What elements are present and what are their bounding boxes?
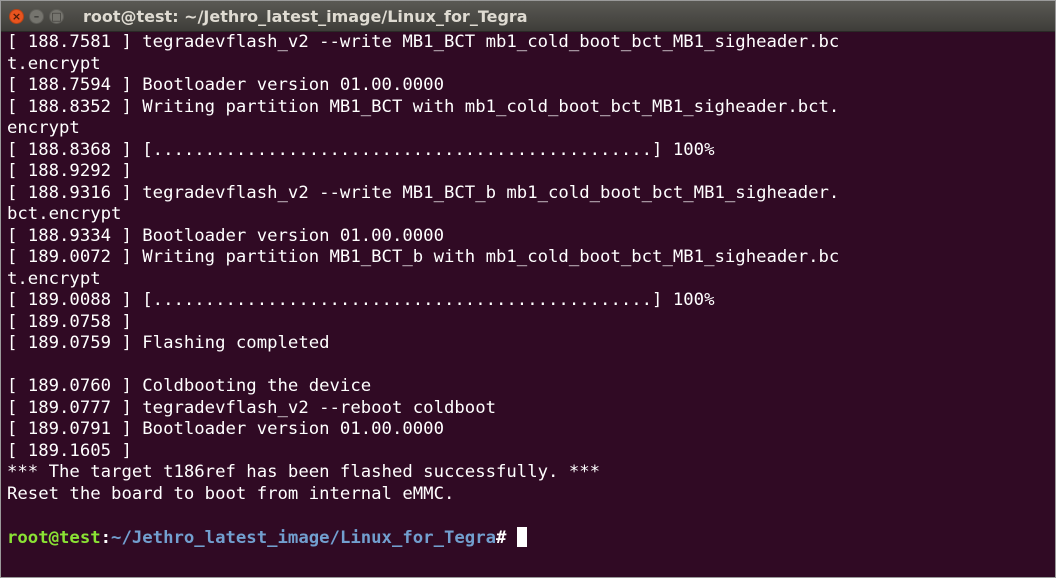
terminal-line: [ 189.0777 ] tegradevflash_v2 --reboot c…	[7, 397, 496, 418]
maximize-window-button[interactable]: □	[49, 8, 64, 24]
terminal-line: [ 189.0072 ] Writing partition MB1_BCT_b…	[7, 247, 840, 267]
terminal-window: × – □ root@test: ~/Jethro_latest_image/L…	[0, 0, 1056, 578]
terminal-line: [ 188.7594 ] Bootloader version 01.00.00…	[7, 75, 444, 95]
terminal-line: [ 189.0088 ] [..........................…	[7, 290, 715, 310]
terminal-line: [ 188.9334 ] Bootloader version 01.00.00…	[7, 225, 444, 246]
terminal-line: [ 189.0758 ]	[7, 311, 132, 332]
text-cursor[interactable]	[516, 526, 527, 547]
terminal-line: [ 188.7581 ] tegradevflash_v2 --write MB…	[7, 32, 840, 52]
terminal-line: [ 188.9316 ] tegradevflash_v2 --write MB…	[7, 182, 840, 203]
title-bar[interactable]: × – □ root@test: ~/Jethro_latest_image/L…	[1, 1, 1055, 32]
terminal-line: [ 189.1605 ]	[7, 440, 132, 461]
terminal-line: bct.encrypt	[7, 204, 122, 224]
terminal-line: encrypt	[7, 118, 80, 138]
terminal-output[interactable]: [ 188.7581 ] tegradevflash_v2 --write MB…	[1, 32, 1055, 548]
terminal-line: *** The target t186ref has been flashed …	[7, 462, 601, 482]
terminal-line: [ 188.8368 ] [..........................…	[7, 139, 715, 160]
prompt-user-host: root@test	[7, 527, 101, 548]
window-title: root@test: ~/Jethro_latest_image/Linux_f…	[83, 6, 528, 26]
minimize-window-button[interactable]: –	[29, 8, 44, 24]
prompt-separator: :	[100, 527, 112, 548]
terminal-line: Reset the board to boot from internal eM…	[7, 483, 455, 504]
terminal-line: [ 189.0759 ] Flashing completed	[7, 333, 330, 353]
terminal-line: t.encrypt	[7, 268, 101, 289]
terminal-line: [ 188.9292 ]	[7, 161, 132, 181]
prompt-symbol: #	[496, 527, 517, 548]
terminal-line: [ 188.8352 ] Writing partition MB1_BCT w…	[7, 96, 840, 117]
terminal-line: t.encrypt	[7, 53, 101, 74]
terminal-line: [ 189.0791 ] Bootloader version 01.00.00…	[7, 419, 444, 439]
shell-prompt[interactable]: root@test:~/Jethro_latest_image/Linux_fo…	[7, 526, 1055, 549]
terminal-line: [ 189.0760 ] Coldbooting the device	[7, 376, 372, 396]
close-window-button[interactable]: ×	[9, 8, 24, 24]
prompt-path: ~/Jethro_latest_image/Linux_for_Tegra	[111, 527, 497, 548]
